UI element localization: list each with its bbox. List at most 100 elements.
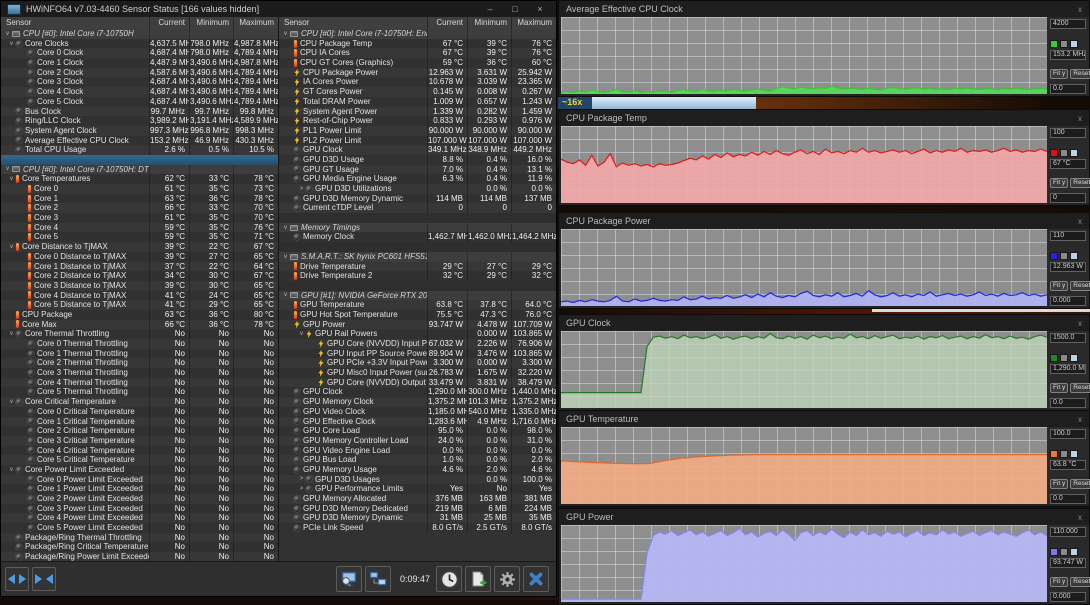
graph-close-icon[interactable]: x bbox=[1078, 319, 1082, 328]
graph-close-icon[interactable]: x bbox=[1078, 5, 1082, 14]
background-color-swatch[interactable] bbox=[1060, 354, 1068, 362]
sensor-row[interactable]: CPU Package Temp 67 °C 39 °C 76 °C bbox=[279, 38, 556, 49]
grid-color-swatch[interactable] bbox=[1070, 450, 1078, 458]
sensor-row[interactable]: Core 1 Clock 4,487.9 MHz3,490.6 MHz4,987.… bbox=[1, 58, 278, 68]
series-color-swatch[interactable] bbox=[1050, 149, 1058, 157]
clock-button[interactable] bbox=[436, 566, 462, 592]
sensor-row[interactable]: v Core Clocks 4,637.5 MHz798.0 MHz4,987.8 … bbox=[1, 38, 278, 49]
fit-y-button[interactable]: Fit y bbox=[1050, 178, 1069, 188]
sensor-row[interactable]: GT Cores Power 0.145 W 0.008 W 0.267 W bbox=[279, 87, 556, 97]
sensor-row[interactable]: Core 3 Critical Temperature No No No bbox=[1, 435, 278, 446]
sensor-row[interactable]: CPU Package Power 12.963 W 3.631 W 25.942 W bbox=[279, 67, 556, 78]
collapse-columns-button[interactable] bbox=[32, 567, 56, 591]
sensor-row[interactable]: Core 2 Thermal Throttling No No No bbox=[1, 358, 278, 369]
sensor-group-row[interactable]: v Memory Timings bbox=[279, 222, 556, 233]
grid-color-swatch[interactable] bbox=[1070, 252, 1078, 260]
graph-current-value[interactable]: 67 °C bbox=[1050, 159, 1086, 169]
fit-y-button[interactable]: Fit y bbox=[1050, 577, 1069, 587]
sensor-row[interactable]: GPU D3D Memory Dynamic 114 MB 114 MB 137 MB bbox=[279, 193, 556, 204]
graph-current-value[interactable]: 12.963 W bbox=[1050, 262, 1086, 272]
sensor-row[interactable]: Core 0 Thermal Throttling No No No bbox=[1, 339, 278, 349]
graph-current-value[interactable]: 63.8 °C bbox=[1050, 460, 1086, 470]
grid-color-swatch[interactable] bbox=[1070, 149, 1078, 157]
series-color-swatch[interactable] bbox=[1050, 548, 1058, 556]
sensor-row[interactable]: GPU Input PP Source Power 89.904 W 3.476 W… bbox=[279, 348, 556, 359]
sensor-row[interactable]: Core 5 Power Limit Exceeded No No No bbox=[1, 523, 278, 533]
graph-ymax-value[interactable]: 4200 bbox=[1050, 19, 1086, 29]
sensor-row[interactable]: GPU D3D Memory Dedicated 219 MB 6 MB 224 MB bbox=[279, 503, 556, 514]
reset-button[interactable]: Reset bbox=[1070, 577, 1090, 587]
sensor-row[interactable]: Core 2 Critical Temperature No No No bbox=[1, 426, 278, 436]
graph-ymax-value[interactable]: 110.000 bbox=[1050, 527, 1086, 537]
column-header-current[interactable]: Current bbox=[149, 17, 189, 29]
sensor-row[interactable]: Memory Clock 1,462.7 MHz1,462.0 MHz1,464.… bbox=[279, 232, 556, 243]
sensor-row[interactable]: CPU Package 63 °C 36 °C 80 °C bbox=[1, 309, 278, 320]
sensor-row[interactable]: Core Max 66 °C 36 °C 78 °C bbox=[1, 319, 278, 330]
sensor-row[interactable]: GPU Memory Controller Load 24.0 % 0.0 % 31.… bbox=[279, 435, 556, 446]
sensor-row[interactable]: GPU Memory Allocated 376 MB 163 MB 381 MB bbox=[279, 494, 556, 504]
remote-monitoring-button[interactable] bbox=[335, 566, 362, 592]
sensor-row[interactable]: System Agent Power 1.339 W 0.282 W 1.459 W bbox=[279, 106, 556, 117]
chevron-down-icon[interactable]: v bbox=[7, 467, 16, 473]
close-sensors-button[interactable] bbox=[523, 566, 549, 592]
background-color-swatch[interactable] bbox=[1060, 252, 1068, 260]
chevron-down-icon[interactable]: v bbox=[7, 399, 16, 405]
sensor-row[interactable]: Core 5 Critical Temperature No No No bbox=[1, 455, 278, 465]
sensor-row[interactable]: v Core Power Limit Exceeded No No No bbox=[1, 464, 278, 475]
sensor-group-row[interactable]: v GPU [#1]: NVIDIA GeForce RTX 2070: bbox=[279, 290, 556, 301]
sensor-row[interactable]: GPU Video Engine Load 0.0 % 0.0 % 0.0 % bbox=[279, 445, 556, 456]
sensor-row[interactable]: GPU Clock 349.1 MHz 348.9 MHz 449.2 MHz bbox=[279, 145, 556, 155]
sensor-row[interactable]: > GPU Performance Limits Yes No Yes bbox=[279, 484, 556, 494]
column-header-sensor[interactable]: Sensor bbox=[279, 17, 427, 29]
chevron-right-icon[interactable]: > bbox=[297, 476, 306, 482]
sensor-group-row[interactable]: v S.M.A.R.T.: SK hynix PC601 HFS512GD9T..… bbox=[279, 251, 556, 262]
sensor-row[interactable]: Core 4 Critical Temperature No No No bbox=[1, 445, 278, 456]
sensor-row[interactable]: Core 0 Clock 4,687.4 MHz798.0 MHz4,789.4 … bbox=[1, 48, 278, 59]
sensor-row[interactable]: GPU Bus Load 1.0 % 0.0 % 2.0 % bbox=[279, 455, 556, 465]
graph-ymin-value[interactable]: 0.000 bbox=[1050, 296, 1086, 306]
chevron-down-icon[interactable]: v bbox=[7, 331, 16, 337]
sensor-row[interactable]: Package/Ring Power Limit Exceeded No No No bbox=[1, 552, 278, 561]
sensor-row[interactable]: Core 4 59 °C 35 °C 76 °C bbox=[1, 222, 278, 233]
sensor-row[interactable]: Drive Temperature 2 32 °C 29 °C 32 °C bbox=[279, 271, 556, 281]
graph-ymax-value[interactable]: 100 bbox=[1050, 128, 1086, 138]
series-color-swatch[interactable] bbox=[1050, 252, 1058, 260]
sensor-row[interactable]: Core 3 Clock 4,687.4 MHz3,490.6 MHz4,789.… bbox=[1, 77, 278, 88]
graph-ymax-value[interactable]: 1500.0 bbox=[1050, 333, 1086, 343]
grid-color-swatch[interactable] bbox=[1070, 354, 1078, 362]
column-header-maximum[interactable]: Maximum bbox=[233, 17, 278, 29]
sensor-row[interactable]: v Core Temperatures 62 °C 33 °C 78 °C bbox=[1, 174, 278, 184]
sensor-row[interactable]: PL1 Power Limit 90.000 W 90.000 W 90.000 W bbox=[279, 125, 556, 136]
background-color-swatch[interactable] bbox=[1060, 450, 1068, 458]
sensor-row[interactable]: GPU Media Engine Usage 6.3 % 0.4 % 11.9 % bbox=[279, 174, 556, 184]
graph-title-bar[interactable]: CPU Package Power x bbox=[559, 213, 1089, 229]
chevron-right-icon[interactable]: > bbox=[297, 486, 306, 492]
sensor-row[interactable]: GPU Memory Clock 1,375.2 MHz101.3 MHz1,37… bbox=[279, 397, 556, 407]
sensor-row[interactable]: GPU Power 93.747 W 4.478 W 107.709 W bbox=[279, 319, 556, 330]
sensor-row[interactable]: Core 5 59 °C 35 °C 71 °C bbox=[1, 232, 278, 243]
sensor-row[interactable]: Core 3 Power Limit Exceeded No No No bbox=[1, 503, 278, 514]
sensor-row[interactable]: GPU D3D Usage 8.8 % 0.4 % 16.0 % bbox=[279, 154, 556, 165]
sensor-row[interactable]: Core 3 61 °C 35 °C 70 °C bbox=[1, 213, 278, 223]
sensor-row[interactable]: CPU IA Cores 67 °C 39 °C 76 °C bbox=[279, 48, 556, 59]
sensor-row[interactable]: GPU Clock 1,290.0 MHz300.0 MHz1,440.0 MHz bbox=[279, 387, 556, 398]
background-color-swatch[interactable] bbox=[1060, 149, 1068, 157]
sensor-row[interactable]: Current cTDP Level 0 0 0 bbox=[279, 203, 556, 214]
sensor-row[interactable]: Drive Temperature 29 °C 27 °C 29 °C bbox=[279, 261, 556, 272]
reset-button[interactable]: Reset bbox=[1070, 178, 1090, 188]
chevron-down-icon[interactable]: v bbox=[7, 41, 16, 47]
sensor-row[interactable]: v Core Distance to TjMAX 39 °C 22 °C 67 °C bbox=[1, 242, 278, 252]
sensor-row[interactable]: Core 0 61 °C 35 °C 73 °C bbox=[1, 184, 278, 194]
graph-title-bar[interactable]: GPU Clock x bbox=[559, 315, 1089, 331]
sensor-row[interactable]: Total CPU Usage 2.6 % 0.5 % 10.5 % bbox=[1, 145, 278, 155]
sensor-row[interactable]: Package/Ring Critical Temperature No No No bbox=[1, 542, 278, 553]
sensor-row[interactable]: Core 2 Clock 4,587.6 MHz3,490.6 MHz4,789.… bbox=[1, 67, 278, 78]
graph-title-bar[interactable]: CPU Package Temp x bbox=[559, 110, 1089, 126]
series-color-swatch[interactable] bbox=[1050, 354, 1058, 362]
fit-y-button[interactable]: Fit y bbox=[1050, 383, 1069, 393]
sensor-row[interactable]: PL2 Power Limit 107.000 W 107.000 W 107.000… bbox=[279, 135, 556, 146]
sensor-row[interactable]: Average Effective CPU Clock 153.2 MHz 46.9… bbox=[1, 135, 278, 146]
graph-current-value[interactable]: 153.2 MHz bbox=[1050, 50, 1086, 60]
column-header-maximum[interactable]: Maximum bbox=[511, 17, 556, 29]
close-button[interactable]: × bbox=[530, 2, 550, 16]
